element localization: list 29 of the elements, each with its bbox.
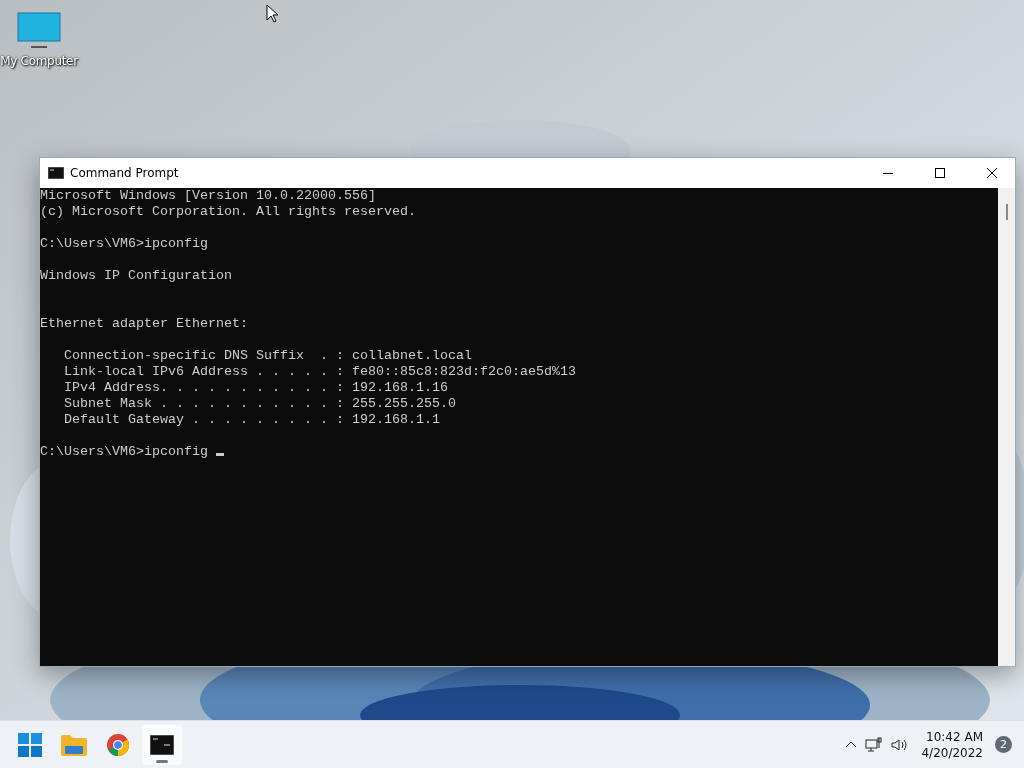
monitor-icon[interactable] [17,12,61,50]
taskbar-app-button[interactable] [142,724,182,765]
console-line: IPv4 Address. . . . . . . . . . . : 192.168.1.16 [63,380,449,396]
minimize-icon [883,172,893,174]
window-title: Command Prompt [70,166,180,180]
notification-badge[interactable]: 2 [995,736,1012,753]
console-line: C:\Users\VM6>ipconfig [40,444,209,459]
console-line: Subnet Mask . . . . . . . . . . . : 255.255.255.0 [63,396,457,412]
terminal-icon [150,734,174,755]
console-line: Microsoft Windows [Version 10.0.22000.556] [40,188,377,204]
clock-time[interactable]: 10:42 AM [926,729,983,744]
clock-date[interactable]: 4/20/2022 [921,745,983,760]
console-line: (c) Microsoft Corporation. All rights reserved. [40,204,417,220]
console-line: Windows IP Configuration [40,268,233,284]
scrollbar-thumb[interactable] [1005,204,1008,220]
browser-icon [106,732,130,757]
maximize-icon [935,168,945,178]
text-cursor [215,453,224,456]
console-line: C:\Users\VM6>ipconfig [40,236,209,252]
pointer-icon [266,4,279,23]
console-line: Default Gateway . . . . . . . . . : 192.168.1.1 [63,412,441,428]
close-icon [987,168,997,178]
folder-icon [61,733,87,756]
console-line: Link-local IPv6 Address . . . . . : fe80::85c8:823d:f2c0:ae5d%13 [63,364,577,380]
console-line: Connection-specific DNS Suffix . : collabnet.local [63,348,473,364]
start-icon [18,732,42,757]
terminal-icon [48,167,64,179]
console-line: Ethernet adapter Ethernet: [40,316,249,332]
active-indicator [156,759,168,763]
